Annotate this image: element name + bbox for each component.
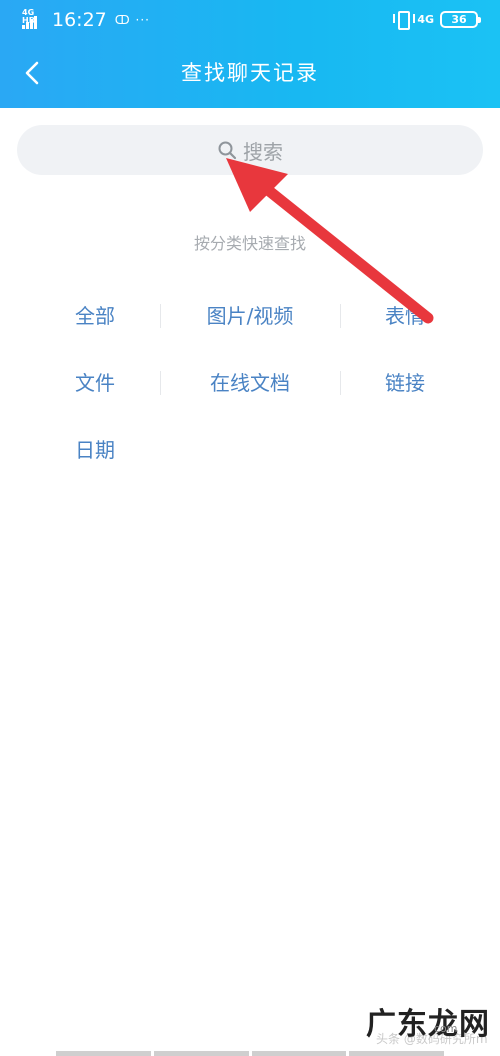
category-online-docs[interactable]: 在线文档 bbox=[170, 362, 330, 404]
network-type: 4G bbox=[417, 12, 434, 26]
search-placeholder: 搜索 bbox=[243, 139, 283, 164]
app-header: 4G HD 16:27 ↀ ··· 4G 36 查找聊天记录 bbox=[0, 0, 500, 108]
status-time: 16:27 bbox=[52, 9, 107, 31]
status-bar: 4G HD 16:27 ↀ ··· 4G 36 bbox=[0, 0, 500, 40]
battery-icon: 36 bbox=[440, 10, 481, 28]
vibrate-icon bbox=[393, 9, 416, 30]
status-left: 4G HD 16:27 ↀ ··· bbox=[22, 8, 150, 32]
battery-level: 36 bbox=[451, 12, 467, 26]
watermark-brand: 广东龙网 bbox=[366, 1007, 490, 1042]
category-date[interactable]: 日期 bbox=[20, 429, 170, 471]
category-links[interactable]: 链接 bbox=[330, 362, 480, 404]
page-title: 查找聊天记录 bbox=[181, 61, 319, 85]
category-files[interactable]: 文件 bbox=[20, 362, 170, 404]
status-right: 4G 36 bbox=[393, 9, 481, 30]
status-misc-icons: ↀ ··· bbox=[114, 13, 150, 27]
bottom-edge-bar bbox=[0, 1051, 500, 1056]
column-divider bbox=[160, 304, 161, 328]
nav-bar: 查找聊天记录 bbox=[0, 46, 500, 102]
category-grid: 全部 图片/视频 表情 文件 在线文档 链接 日期 bbox=[0, 295, 500, 496]
cell-signal-icon: 4G HD bbox=[22, 9, 44, 31]
category-row: 全部 图片/视频 表情 bbox=[0, 295, 500, 362]
category-all[interactable]: 全部 bbox=[20, 295, 170, 337]
category-row: 日期 bbox=[0, 429, 500, 496]
category-hint: 按分类快速查找 bbox=[193, 234, 306, 253]
watermark-url: com bbox=[434, 1022, 458, 1035]
search-input[interactable]: 搜索 bbox=[17, 125, 483, 175]
category-row: 文件 在线文档 链接 bbox=[0, 362, 500, 429]
category-stickers[interactable]: 表情 bbox=[330, 295, 480, 337]
column-divider bbox=[160, 371, 161, 395]
search-icon bbox=[218, 141, 237, 160]
category-photos-videos[interactable]: 图片/视频 bbox=[170, 295, 330, 337]
